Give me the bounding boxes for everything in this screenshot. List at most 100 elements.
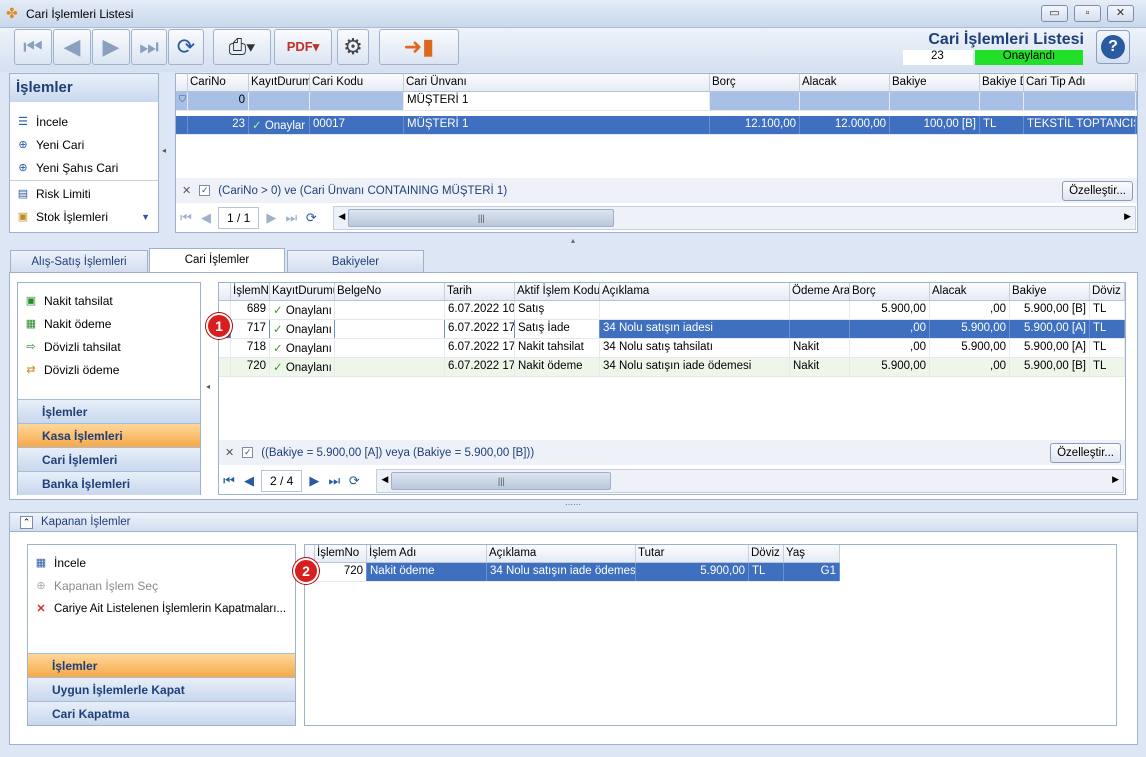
col-cari-unvani[interactable]: Cari Ünvanı [404,74,710,91]
col-alacak[interactable]: Alacak [930,283,1010,300]
table-row-selected[interactable]: 720 Nakit ödeme 34 Nolu satışın iade öde… [305,563,840,582]
group-uygun-islemlerle-kapat[interactable]: Uygun İşlemlerle Kapat [28,677,295,701]
filter-unvan[interactable]: MÜŞTERİ 1 [404,92,710,110]
customize-button[interactable]: Özelleştir... [1062,180,1133,201]
col-alacak[interactable]: Alacak [800,74,890,91]
tab-cari-islemler[interactable]: Cari İşlemler [149,248,285,273]
col-belgeno[interactable]: BelgeNo [335,283,445,300]
scroll-left-icon[interactable]: ◀ [381,474,388,485]
nakit-tahsilat-item[interactable]: ▣ Nakit tahsilat [18,289,200,312]
col-bakiye[interactable]: Bakiye [890,74,980,91]
collapse-handle-icon[interactable]: ◂ [162,146,166,155]
pdf-export-icon[interactable]: PDF▾ [274,29,332,65]
horizontal-scrollbar[interactable]: ◀ ||| ▶ [333,206,1136,230]
yeni-sahis-cari-item[interactable]: ⊕ Yeni Şahıs Cari [10,156,158,179]
dovizli-tahsilat-item[interactable]: ⇨ Dövizli tahsilat [18,335,200,358]
close-button[interactable]: ✕ [1107,5,1134,22]
col-bakiye-doviz[interactable]: Bakiye D [980,74,1024,91]
first-record-icon[interactable]: ⏮ [14,29,52,65]
col-aciklama[interactable]: Açıklama [487,545,636,562]
col-tarih[interactable]: Tarih [445,283,515,300]
scroll-right-icon[interactable]: ▶ [1124,211,1131,222]
tab-alis-satis[interactable]: Alış-Satış İşlemleri [10,250,148,272]
clear-filter-icon[interactable]: ✕ [182,184,191,197]
group-banka-islemleri[interactable]: Banka İşlemleri [18,471,200,495]
nav-next-icon[interactable]: ▶ [306,473,322,489]
scroll-thumb[interactable]: ||| [391,472,612,490]
col-kayitdurumu[interactable]: KayıtDurumu [270,283,335,300]
col-cari-tip-adi[interactable]: Cari Tip Adı [1024,74,1136,91]
restore-button[interactable]: ▫ [1074,5,1101,22]
dovizli-odeme-item[interactable]: ⇄ Dövizli ödeme [18,358,200,381]
col-tutar[interactable]: Tutar [636,545,749,562]
last-record-icon[interactable]: ⏭ [131,29,167,65]
chevron-down-icon[interactable]: ▼ [141,212,150,222]
exit-door-icon[interactable]: ➜▮ [379,29,459,65]
kapanan-islem-sec-item[interactable]: ⊕ Kapanan İşlem Seç [28,574,295,597]
scroll-right-icon[interactable]: ▶ [1112,474,1119,485]
col-cari-kodu[interactable]: Cari Kodu [310,74,404,91]
kapatmalari-item[interactable]: ✕ Cariye Ait Listelenen İşlemlerin Kapatm… [28,597,295,620]
col-bakiye[interactable]: Bakiye [1010,283,1090,300]
tools-icon[interactable]: ⚙ [337,29,369,65]
splitter-grip-icon[interactable]: ⋯⋯ [0,500,1146,509]
table-row-selected[interactable]: 717 ✓ Onaylanı 6.07.2022 17 Satış İade 3… [219,320,1125,339]
table-row[interactable]: 689 ✓ Onaylanı 6.07.2022 10 Satış 5.900,… [219,301,1125,320]
nav-first-icon[interactable]: ⏮ [221,473,237,489]
col-kayitdurumu[interactable]: KayıtDurumu [249,74,310,91]
col-doviz[interactable]: Döviz [1090,283,1125,300]
table-row[interactable]: 718 ✓ Onaylanı 6.07.2022 17 Nakit tahsil… [219,339,1125,358]
nav-refresh-icon[interactable]: ⟳ [303,210,319,226]
help-button[interactable]: ? [1096,30,1130,64]
col-yas[interactable]: Yaş [784,545,840,562]
col-aciklama[interactable]: Açıklama [600,283,790,300]
table-row[interactable]: 23 ✓ Onaylar 00017 MÜŞTERİ 1 12.100,00 1… [176,116,1137,135]
collapse-up-icon[interactable]: ⌃ [20,515,33,529]
collapse-handle-icon[interactable]: ◂ [206,382,210,391]
nav-first-icon[interactable]: ⏮ [178,210,194,226]
col-carino[interactable]: CariNo [188,74,249,91]
nav-next-icon[interactable]: ▶ [263,210,279,226]
clear-filter-icon[interactable]: ✕ [225,446,234,459]
col-borc[interactable]: Borç [710,74,800,91]
table-row[interactable]: 720 ✓ Onaylanı 6.07.2022 17 Nakit ödeme … [219,358,1125,377]
col-aktif-islem-kodu[interactable]: Aktif İşlem Kodu [515,283,600,300]
group-islemler[interactable]: İşlemler [18,399,200,423]
kapanan-incele-item[interactable]: ▦ İncele [28,551,295,574]
filter-row[interactable]: ⛉ 0 MÜŞTERİ 1 [176,92,1137,111]
col-borc[interactable]: Borç [850,283,930,300]
refresh-icon[interactable]: ⟳ [168,29,204,65]
nav-prev-icon[interactable]: ◀ [198,210,214,226]
filter-durum[interactable] [249,92,310,110]
group-cari-kapatma[interactable]: Cari Kapatma [28,701,295,725]
scroll-left-icon[interactable]: ◀ [338,211,345,222]
scroll-thumb[interactable]: ||| [348,209,615,227]
tab-bakiyeler[interactable]: Bakiyeler [287,250,424,272]
yeni-cari-item[interactable]: ⊕ Yeni Cari [10,133,158,156]
nav-last-icon[interactable]: ⏭ [326,473,342,489]
group-islemler[interactable]: İşlemler [28,653,295,677]
col-odeme-araci[interactable]: Ödeme Aracı [790,283,850,300]
minimize-button[interactable]: ▭ [1041,5,1068,22]
next-record-icon[interactable]: ▶ [92,29,130,65]
customize-button[interactable]: Özelleştir... [1050,442,1121,463]
stok-islemleri-item[interactable]: ▣ Stok İşlemleri ▼ [10,205,158,228]
risk-limiti-item[interactable]: ▤ Risk Limiti [10,182,158,205]
incele-item[interactable]: ☰ İncele [10,110,158,133]
nav-last-icon[interactable]: ⏭ [283,210,299,226]
nav-refresh-icon[interactable]: ⟳ [346,473,362,489]
filter-checkbox[interactable]: ✓ [242,447,254,458]
print-icon[interactable]: ⎙▾ [213,29,271,65]
splitter-icon[interactable]: ▴ [0,236,1146,245]
nav-prev-icon[interactable]: ◀ [241,473,257,489]
col-doviz[interactable]: Döviz [749,545,784,562]
col-islemno[interactable]: İşlemNo [315,545,367,562]
prev-record-icon[interactable]: ◀ [53,29,91,65]
filter-kod[interactable] [310,92,404,110]
col-islem-adi[interactable]: İşlem Adı [367,545,487,562]
group-kasa-islemleri[interactable]: Kasa İşlemleri [18,423,200,447]
col-islemno[interactable]: İşlemNo [231,283,270,300]
nakit-odeme-item[interactable]: ▦ Nakit ödeme [18,312,200,335]
horizontal-scrollbar[interactable]: ◀ ||| ▶ [376,469,1124,493]
filter-carino[interactable]: 0 [188,92,249,110]
